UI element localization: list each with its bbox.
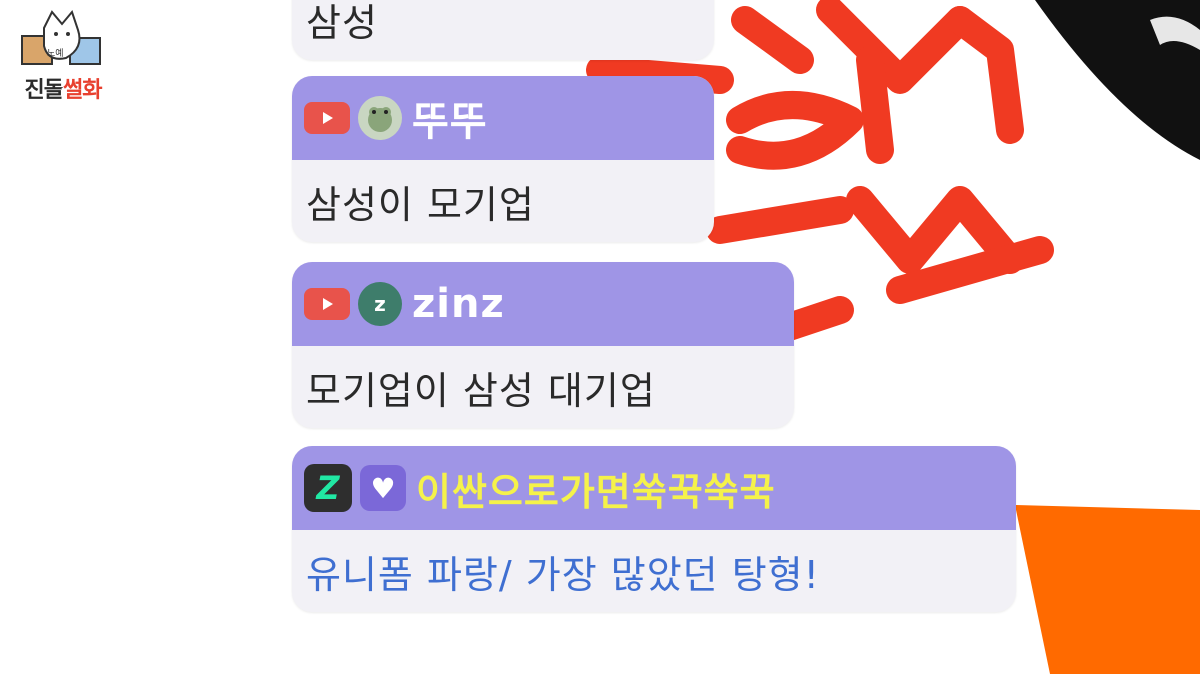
logo-small-label: 노예 bbox=[47, 49, 64, 59]
chat-message: z zinz 모기업이 삼성 대기업 bbox=[292, 262, 794, 428]
chat-message-header: Z ♥ 이싼으로가면쑥꾹쑥꾹 bbox=[292, 446, 1016, 530]
cat-mascot-icon bbox=[21, 9, 101, 65]
chat-message: 뚜뚜 삼성이 모기업 bbox=[292, 76, 714, 242]
chat-username: 이싼으로가면쑥꾹쑥꾹 bbox=[416, 469, 776, 514]
letter-avatar-icon: z bbox=[358, 282, 402, 326]
chat-username: 뚜뚜 bbox=[412, 99, 488, 145]
youtube-icon bbox=[304, 102, 350, 134]
chat-message: 삼성 bbox=[292, 0, 714, 60]
logo-text-accent: 썰화 bbox=[63, 78, 102, 103]
chat-message-header: 뚜뚜 bbox=[292, 76, 714, 160]
avatar-letter: z bbox=[374, 292, 386, 316]
chat-message-list: 삼성 뚜뚜 삼성이 모기업 z zinz 모기업이 삼성 대기업 Z ♥ 이싼으… bbox=[292, 0, 1032, 674]
chat-message-text: 유니폼 파랑/ 가장 많았던 탕형! bbox=[306, 552, 820, 597]
orange-shape bbox=[1015, 505, 1200, 674]
logo-text-main: 진돌 bbox=[24, 78, 64, 103]
chat-message-text: 삼성이 모기업 bbox=[306, 182, 535, 227]
chat-username: zinz bbox=[412, 281, 505, 327]
frog-avatar-icon bbox=[358, 96, 402, 140]
chat-message-header: z zinz bbox=[292, 262, 794, 346]
heart-icon: ♥ bbox=[360, 465, 406, 511]
chat-message-highlighted: Z ♥ 이싼으로가면쑥꾹쑥꾹 유니폼 파랑/ 가장 많았던 탕형! bbox=[292, 446, 1016, 612]
chzzk-icon: Z bbox=[304, 464, 352, 512]
youtube-icon bbox=[304, 288, 350, 320]
channel-logo: 노예 진돌썰화 bbox=[14, 8, 112, 108]
chat-message-text: 모기업이 삼성 대기업 bbox=[306, 368, 656, 413]
chat-message-text: 삼성 bbox=[306, 0, 378, 45]
logo-text: 진돌썰화 bbox=[14, 72, 112, 104]
